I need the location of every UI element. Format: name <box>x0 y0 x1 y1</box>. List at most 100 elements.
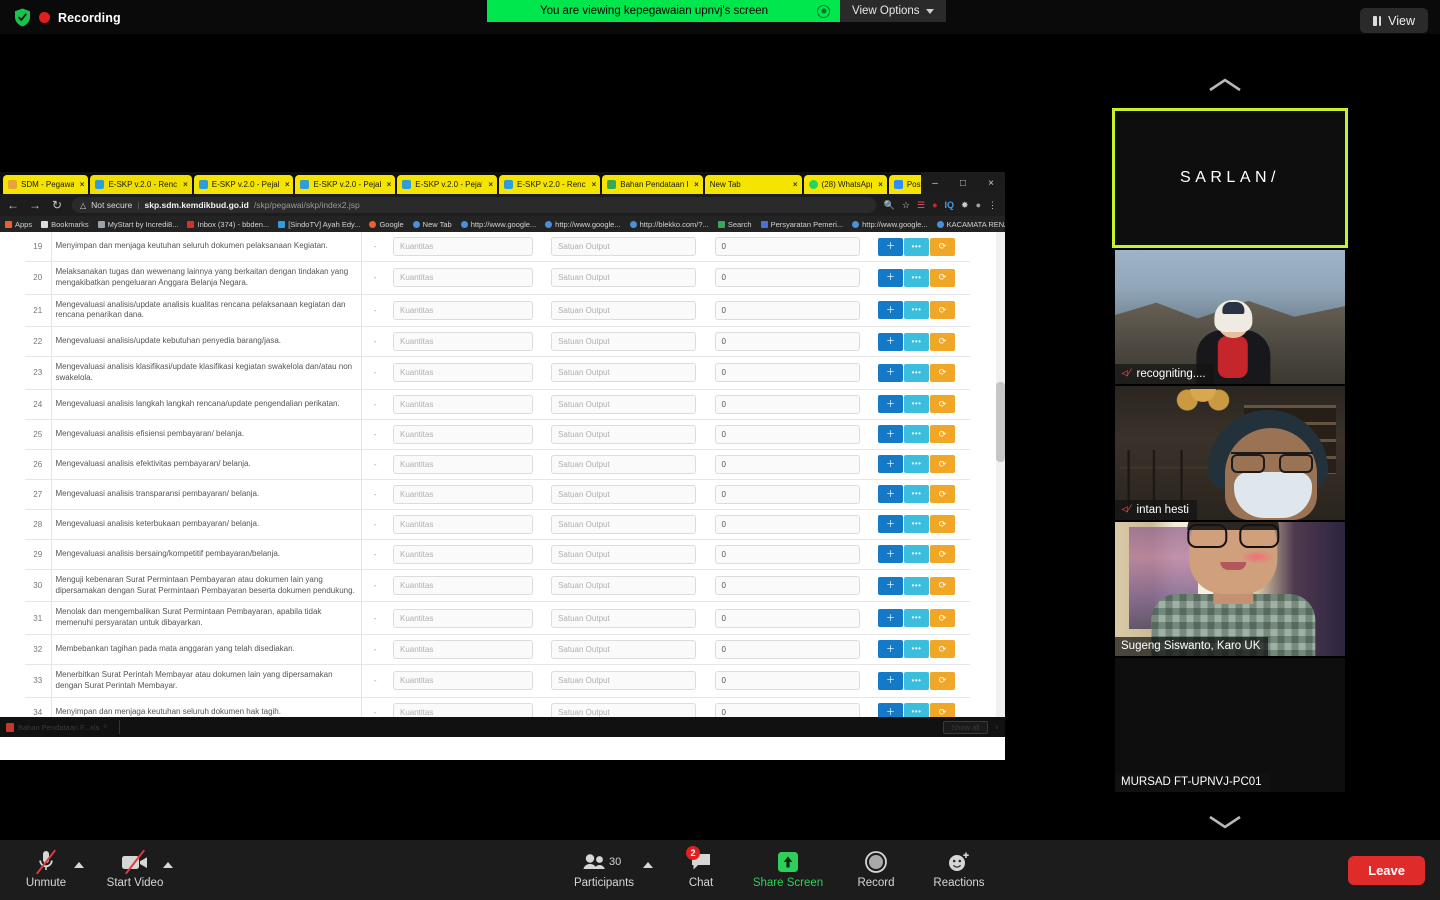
tab-close-icon[interactable]: × <box>488 180 493 189</box>
filmstrip-scroll-down-button[interactable] <box>1010 802 1440 842</box>
satuan-output-input[interactable]: Satuan Output <box>551 301 696 320</box>
add-row-button[interactable]: ＋ <box>878 364 903 382</box>
filmstrip-scroll-up-button[interactable] <box>1010 64 1440 104</box>
refresh-row-button[interactable]: ⟳ <box>930 364 955 382</box>
maximize-button[interactable]: □ <box>949 172 977 194</box>
bookmark-item[interactable]: Bookmarks <box>41 220 89 229</box>
satuan-output-input[interactable]: Satuan Output <box>551 268 696 287</box>
refresh-row-button[interactable]: ⟳ <box>930 640 955 658</box>
refresh-row-button[interactable]: ⟳ <box>930 238 955 256</box>
add-row-button[interactable]: ＋ <box>878 672 903 690</box>
video-options-caret-icon[interactable] <box>163 862 173 868</box>
refresh-row-button[interactable]: ⟳ <box>930 577 955 595</box>
tab-close-icon[interactable]: × <box>878 180 883 189</box>
participants-options-caret-icon[interactable] <box>643 862 653 868</box>
nilai-input[interactable]: 0 <box>715 237 860 256</box>
nilai-input[interactable]: 0 <box>715 545 860 564</box>
refresh-row-button[interactable]: ⟳ <box>930 485 955 503</box>
address-bar-input[interactable]: △ Not secure | skp.sdm.kemdikbud.go.id/s… <box>72 197 876 213</box>
extension-icon[interactable]: ☰ <box>917 200 925 211</box>
share-screen-button[interactable]: Share Screen <box>748 848 828 889</box>
add-row-button[interactable]: ＋ <box>878 395 903 413</box>
nilai-input[interactable]: 0 <box>715 455 860 474</box>
bookmark-item[interactable]: http://www.google... <box>461 220 536 229</box>
refresh-row-button[interactable]: ⟳ <box>930 515 955 533</box>
more-options-button[interactable]: ••• <box>904 672 929 690</box>
more-options-button[interactable]: ••• <box>904 485 929 503</box>
bookmark-item[interactable]: Persyaratan Pemeri... <box>761 220 844 229</box>
nilai-input[interactable]: 0 <box>715 301 860 320</box>
add-row-button[interactable]: ＋ <box>878 455 903 473</box>
bookmark-item[interactable]: [SindoTV] Ayah Edy... <box>278 220 360 229</box>
kuantitas-input[interactable]: Kuantitas <box>393 268 533 287</box>
add-row-button[interactable]: ＋ <box>878 301 903 319</box>
bookmark-item[interactable]: Google <box>369 220 403 229</box>
leave-meeting-button[interactable]: Leave <box>1348 856 1425 885</box>
participant-tile[interactable]: Sugeng Siswanto, Karo UK <box>1115 522 1345 656</box>
bookmark-item[interactable]: Inbox (374) - bbden... <box>187 220 269 229</box>
browser-tab[interactable]: E-SKP v.2.0 - Pejab × <box>194 175 294 194</box>
satuan-output-input[interactable]: Satuan Output <box>551 237 696 256</box>
refresh-row-button[interactable]: ⟳ <box>930 425 955 443</box>
nilai-input[interactable]: 0 <box>715 485 860 504</box>
satuan-output-input[interactable]: Satuan Output <box>551 425 696 444</box>
profile-icon[interactable]: ● <box>976 200 981 210</box>
satuan-output-input[interactable]: Satuan Output <box>551 485 696 504</box>
tab-close-icon[interactable]: × <box>592 180 597 189</box>
view-options-button[interactable]: View Options <box>840 0 946 22</box>
kuantitas-input[interactable]: Kuantitas <box>393 332 533 351</box>
close-downloads-bar-icon[interactable]: ˅ <box>995 723 999 732</box>
tab-close-icon[interactable]: × <box>387 180 392 189</box>
more-options-button[interactable]: ••• <box>904 269 929 287</box>
add-row-button[interactable]: ＋ <box>878 545 903 563</box>
kuantitas-input[interactable]: Kuantitas <box>393 301 533 320</box>
record-icon[interactable]: ● <box>932 200 937 210</box>
page-scrollbar[interactable] <box>996 232 1005 737</box>
nilai-input[interactable]: 0 <box>715 363 860 382</box>
nilai-input[interactable]: 0 <box>715 515 860 534</box>
satuan-output-input[interactable]: Satuan Output <box>551 363 696 382</box>
start-video-button[interactable]: Start Video <box>99 848 171 889</box>
tab-close-icon[interactable]: × <box>80 180 85 189</box>
bookmark-item[interactable]: http://www.google... <box>852 220 927 229</box>
menu-icon[interactable]: ⋮ <box>988 200 997 211</box>
star-icon[interactable]: ☆ <box>902 200 910 211</box>
more-options-button[interactable]: ••• <box>904 301 929 319</box>
browser-tab[interactable]: New Tab × <box>705 175 802 194</box>
browser-tab[interactable]: E-SKP v.2.0 - Pejab × <box>397 175 497 194</box>
satuan-output-input[interactable]: Satuan Output <box>551 576 696 595</box>
add-row-button[interactable]: ＋ <box>878 640 903 658</box>
add-row-button[interactable]: ＋ <box>878 269 903 287</box>
forward-icon[interactable]: → <box>28 198 42 212</box>
zoom-icon[interactable]: 🔍 <box>884 200 895 211</box>
kuantitas-input[interactable]: Kuantitas <box>393 671 533 690</box>
browser-tab[interactable]: E-SKP v.2.0 - Rencan × <box>499 175 600 194</box>
bookmark-item[interactable]: KACAMATA RENAN... <box>937 220 1005 229</box>
unmute-button[interactable]: Unmute <box>10 848 82 889</box>
refresh-row-button[interactable]: ⟳ <box>930 301 955 319</box>
tab-close-icon[interactable]: × <box>285 180 290 189</box>
participants-button[interactable]: 30 Participants <box>566 848 642 889</box>
nilai-input[interactable]: 0 <box>715 395 860 414</box>
more-options-button[interactable]: ••• <box>904 455 929 473</box>
bookmark-item[interactable]: New Tab <box>413 220 452 229</box>
refresh-row-button[interactable]: ⟳ <box>930 395 955 413</box>
audio-options-caret-icon[interactable] <box>74 862 84 868</box>
kuantitas-input[interactable]: Kuantitas <box>393 640 533 659</box>
satuan-output-input[interactable]: Satuan Output <box>551 545 696 564</box>
close-window-button[interactable]: × <box>977 172 1005 194</box>
add-row-button[interactable]: ＋ <box>878 425 903 443</box>
tab-close-icon[interactable]: × <box>183 180 188 189</box>
more-options-button[interactable]: ••• <box>904 640 929 658</box>
tab-close-icon[interactable]: × <box>694 180 699 189</box>
refresh-row-button[interactable]: ⟳ <box>930 455 955 473</box>
participant-tile[interactable]: SARLAN/ <box>1112 108 1348 248</box>
nilai-input[interactable]: 0 <box>715 332 860 351</box>
puzzle-icon[interactable]: ✸ <box>961 200 969 211</box>
more-options-button[interactable]: ••• <box>904 364 929 382</box>
reactions-button[interactable]: Reactions <box>923 848 995 889</box>
nilai-input[interactable]: 0 <box>715 576 860 595</box>
add-row-button[interactable]: ＋ <box>878 515 903 533</box>
browser-tab[interactable]: E-SKP v.2.0 - Rencan × <box>90 175 191 194</box>
participant-tile[interactable]: ⏿⁄ intan hesti <box>1115 386 1345 520</box>
